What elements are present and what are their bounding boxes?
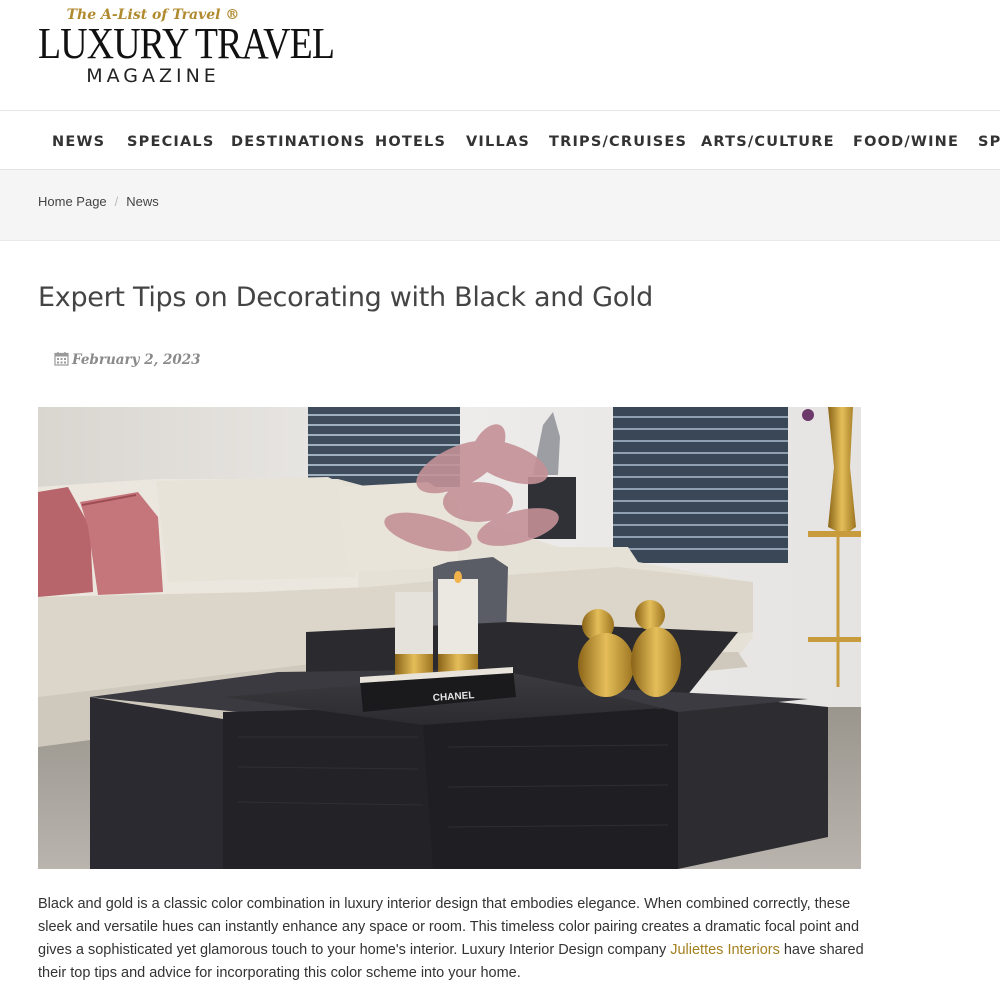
nav-item-trips-cruises[interactable]: TRIPS/CRUISES [549,111,687,169]
nav-item-news[interactable]: NEWS [52,111,105,169]
article-date: February 2, 2023 [54,351,201,368]
calendar-icon [54,352,72,368]
nav-item-food-wine[interactable]: FOOD/WINE [853,111,959,169]
logo-title: LUXURY TRAVEL [38,19,335,68]
article-date-text: February 2, 2023 [72,352,201,368]
breadcrumb-bar: Home Page / News [0,170,1000,241]
breadcrumb-separator: / [114,194,119,209]
site-header: The A-List of Travel ® LUXURY TRAVEL MAG… [0,0,1000,111]
article-body: Black and gold is a classic color combin… [38,893,868,985]
breadcrumb-home-link[interactable]: Home Page [38,194,107,209]
main-nav: NEWS SPECIALS DESTINATIONS HOTELS VILLAS… [0,111,1000,170]
breadcrumb-news-link[interactable]: News [126,194,159,209]
breadcrumb: Home Page / News [38,194,159,209]
nav-item-destinations[interactable]: DESTINATIONS [231,111,366,169]
article-hero-image: CHANEL [38,407,861,869]
nav-item-arts-culture[interactable]: ARTS/CULTURE [701,111,835,169]
nav-item-specials[interactable]: SPECIALS [127,111,215,169]
nav-item-villas[interactable]: VILLAS [466,111,530,169]
nav-item-spa[interactable]: SPA [978,111,1000,169]
site-logo[interactable]: The A-List of Travel ® LUXURY TRAVEL MAG… [38,6,335,88]
juliettes-interiors-link[interactable]: Juliettes Interiors [670,942,780,958]
article-title: Expert Tips on Decorating with Black and… [38,282,654,313]
nav-item-hotels[interactable]: HOTELS [375,111,446,169]
